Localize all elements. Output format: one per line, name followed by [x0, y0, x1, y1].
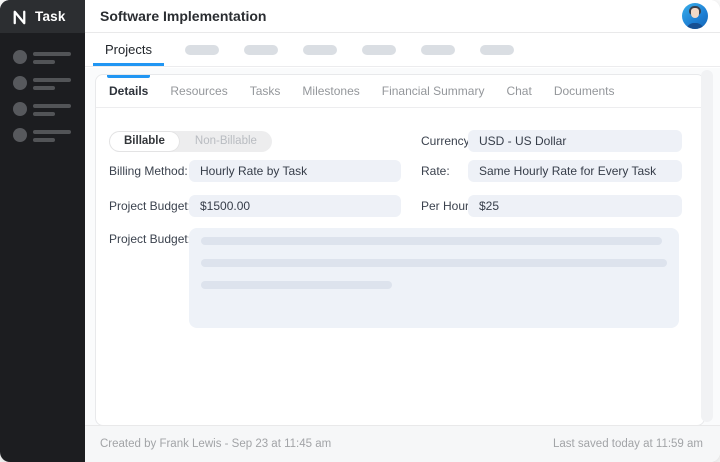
tab-resources-label: Resources [170, 84, 227, 98]
per-hour-input[interactable]: $25 [468, 195, 682, 217]
skeleton-line [33, 138, 55, 142]
rate-label: Rate: [421, 160, 450, 182]
project-details-card: Details Resources Tasks Milestones Finan… [95, 74, 705, 426]
skeleton-tab [244, 45, 278, 55]
skeleton-avatar [13, 50, 27, 64]
skeleton-line [33, 60, 55, 64]
sidebar-skeleton-item [13, 102, 85, 116]
content-area: Details Resources Tasks Milestones Finan… [85, 68, 720, 425]
skeleton-line [201, 237, 662, 245]
avatar-face [691, 8, 699, 18]
tab-milestones[interactable]: Milestones [302, 75, 359, 108]
skeleton-line [33, 78, 71, 82]
skeleton-avatar [13, 76, 27, 90]
tab-tasks[interactable]: Tasks [250, 75, 281, 108]
last-saved-text: Last saved today at 11:59 am [553, 438, 703, 450]
main-area: Software Implementation Projects [85, 0, 720, 462]
skeleton-avatar [13, 128, 27, 142]
app-window: Task Software Implementation [0, 0, 720, 462]
tab-chat[interactable]: Chat [506, 75, 531, 108]
skeleton-tab [362, 45, 396, 55]
sidebar: Task [0, 0, 85, 462]
billing-method-label: Billing Method: [109, 160, 188, 182]
sidebar-skeleton-item [13, 50, 85, 64]
ntask-n-icon [10, 7, 29, 26]
tab-details[interactable]: Details [109, 75, 148, 108]
currency-label: Currency: [421, 130, 473, 152]
skeleton-line [33, 130, 71, 134]
skeleton-tab [480, 45, 514, 55]
tab-resources[interactable]: Resources [170, 75, 227, 108]
vertical-scrollbar[interactable] [701, 70, 713, 422]
detail-tabs: Details Resources Tasks Milestones Finan… [96, 75, 704, 108]
tab-details-label: Details [109, 84, 148, 98]
skeleton-line [33, 86, 55, 90]
created-by-text: Created by Frank Lewis - Sep 23 at 11:45… [100, 438, 331, 450]
skeleton-tab [303, 45, 337, 55]
skeleton-line [33, 104, 71, 108]
billable-toggle: Billable Non-Billable [109, 131, 272, 152]
per-hour-label: Per Hour: [421, 195, 472, 217]
project-budget-label: Project Budget: [109, 195, 191, 217]
tab-tasks-label: Tasks [250, 84, 281, 98]
app-logo[interactable]: Task [0, 0, 85, 33]
skeleton-line [33, 112, 55, 116]
skeleton-line [201, 281, 392, 289]
sidebar-menu [0, 33, 85, 142]
tab-chat-label: Chat [506, 84, 531, 98]
skeleton-tab [421, 45, 455, 55]
loading-tab-placeholders [185, 45, 514, 55]
sidebar-skeleton-item [13, 128, 85, 142]
avatar-torso [686, 23, 704, 29]
tab-documents-label: Documents [554, 84, 615, 98]
non-billable-option[interactable]: Non-Billable [180, 131, 272, 152]
tab-projects-label: Projects [105, 42, 152, 57]
active-tab-underline [93, 63, 164, 66]
header: Software Implementation [85, 0, 720, 33]
project-budget-notes-label: Project Budget: [109, 228, 191, 250]
project-budget-input[interactable]: $1500.00 [189, 195, 401, 217]
page-title: Software Implementation [100, 8, 682, 24]
rate-select[interactable]: Same Hourly Rate for Every Task [468, 160, 682, 182]
skeleton-line [33, 52, 71, 56]
skeleton-tab [185, 45, 219, 55]
app-logo-text: Task [35, 9, 66, 24]
tab-financial-summary[interactable]: Financial Summary [382, 75, 485, 108]
billable-option[interactable]: Billable [109, 131, 180, 152]
project-budget-notes-textarea[interactable] [189, 228, 679, 328]
tab-documents[interactable]: Documents [554, 75, 615, 108]
tab-projects[interactable]: Projects [100, 33, 157, 66]
tab-financial-summary-label: Financial Summary [382, 84, 485, 98]
active-tab-indicator [107, 75, 150, 78]
billing-method-select[interactable]: Hourly Rate by Task [189, 160, 401, 182]
sidebar-skeleton-item [13, 76, 85, 90]
skeleton-avatar [13, 102, 27, 116]
top-nav-tabs: Projects [85, 33, 720, 67]
currency-select[interactable]: USD - US Dollar [468, 130, 682, 152]
user-avatar[interactable] [682, 3, 708, 29]
footer: Created by Frank Lewis - Sep 23 at 11:45… [85, 425, 720, 462]
tab-milestones-label: Milestones [302, 84, 359, 98]
skeleton-line [201, 259, 667, 267]
